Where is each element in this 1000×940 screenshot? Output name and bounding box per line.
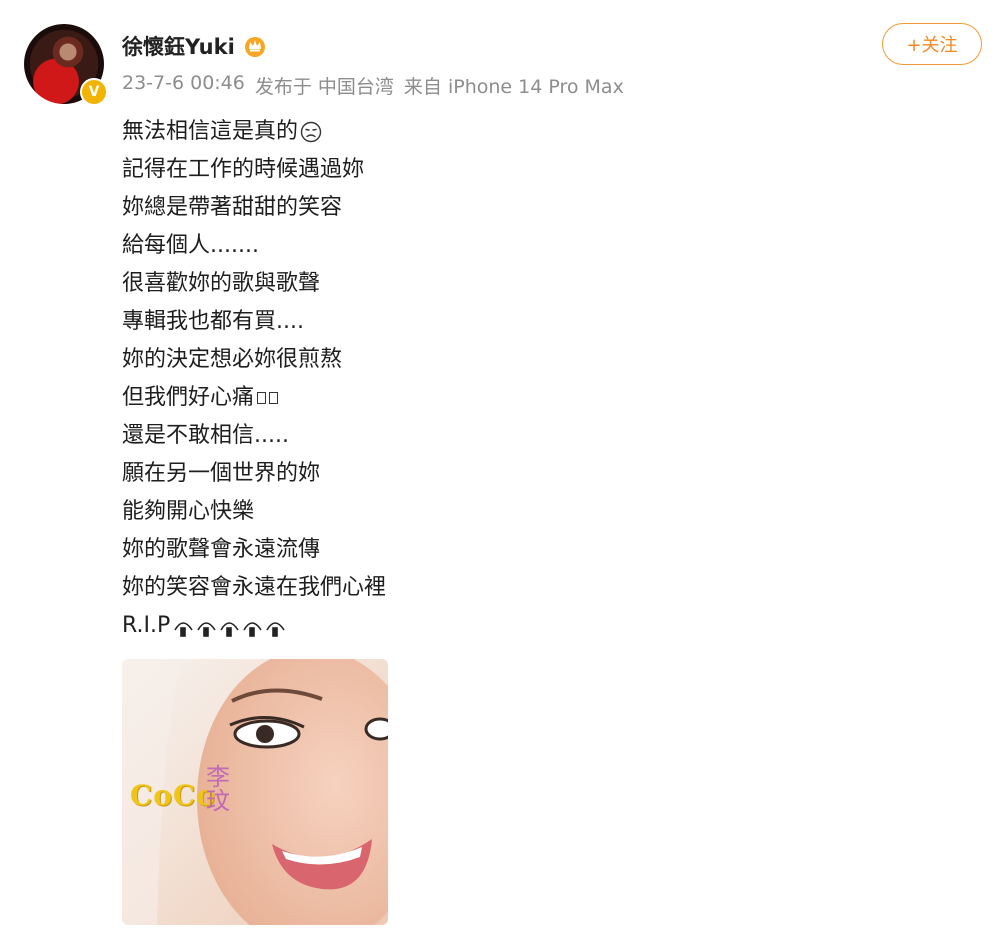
post-line: 記得在工作的時候遇過妳 [122,157,365,182]
post-line: 妳總是帶著甜甜的笑容 [122,195,343,220]
post-line: 專輯我也都有買.... [122,309,304,334]
album-cover-image[interactable]: CoCo 李玟 [122,659,388,925]
verified-badge: V [80,78,108,106]
post-line: 給每個人....... [122,233,259,258]
album-logo-text: CoCo [130,779,216,812]
candle-emoji-icon [174,622,285,637]
post-location: 发布于 中国台湾 [254,76,394,98]
sad-face-icon [300,121,322,143]
post-meta: 23-7-6 00:46 发布于 中国台湾 来自 iPhone 14 Pro M… [122,72,624,99]
post-line: 妳的笑容會永遠在我們心裡 [122,575,387,600]
missing-glyph-icon [269,392,279,404]
user-name[interactable]: 徐懷鈺Yuki [122,31,235,61]
album-chinese-name: 李玟 [206,763,230,815]
post-line: 妳的歌聲會永遠流傳 [122,537,321,562]
post-text: 無法相信這是真的 記得在工作的時候遇過妳 妳總是帶著甜甜的笑容 給每個人....… [122,113,386,645]
post-device: 来自 iPhone 14 Pro Max [403,76,624,98]
avatar[interactable]: V [24,24,108,106]
post-line: R.I.P [122,607,386,645]
post-line: 妳的決定想必妳很煎熬 [122,347,343,372]
post-line: 能夠開心快樂 [122,499,255,524]
post-line: 願在另一個世界的妳 [122,461,321,486]
post-line: 無法相信這是真的 [122,113,386,151]
crown-icon [244,37,265,57]
post-line: 還是不敢相信..... [122,423,289,448]
user-name-row: 徐懷鈺Yuki [122,28,267,64]
post-line: 很喜歡妳的歌與歌聲 [122,271,321,296]
post-datetime[interactable]: 23-7-6 00:46 [122,72,245,99]
follow-button[interactable]: +关注 [882,23,982,65]
missing-glyph-icon [257,392,267,404]
post-line: 但我們好心痛 [122,379,386,417]
